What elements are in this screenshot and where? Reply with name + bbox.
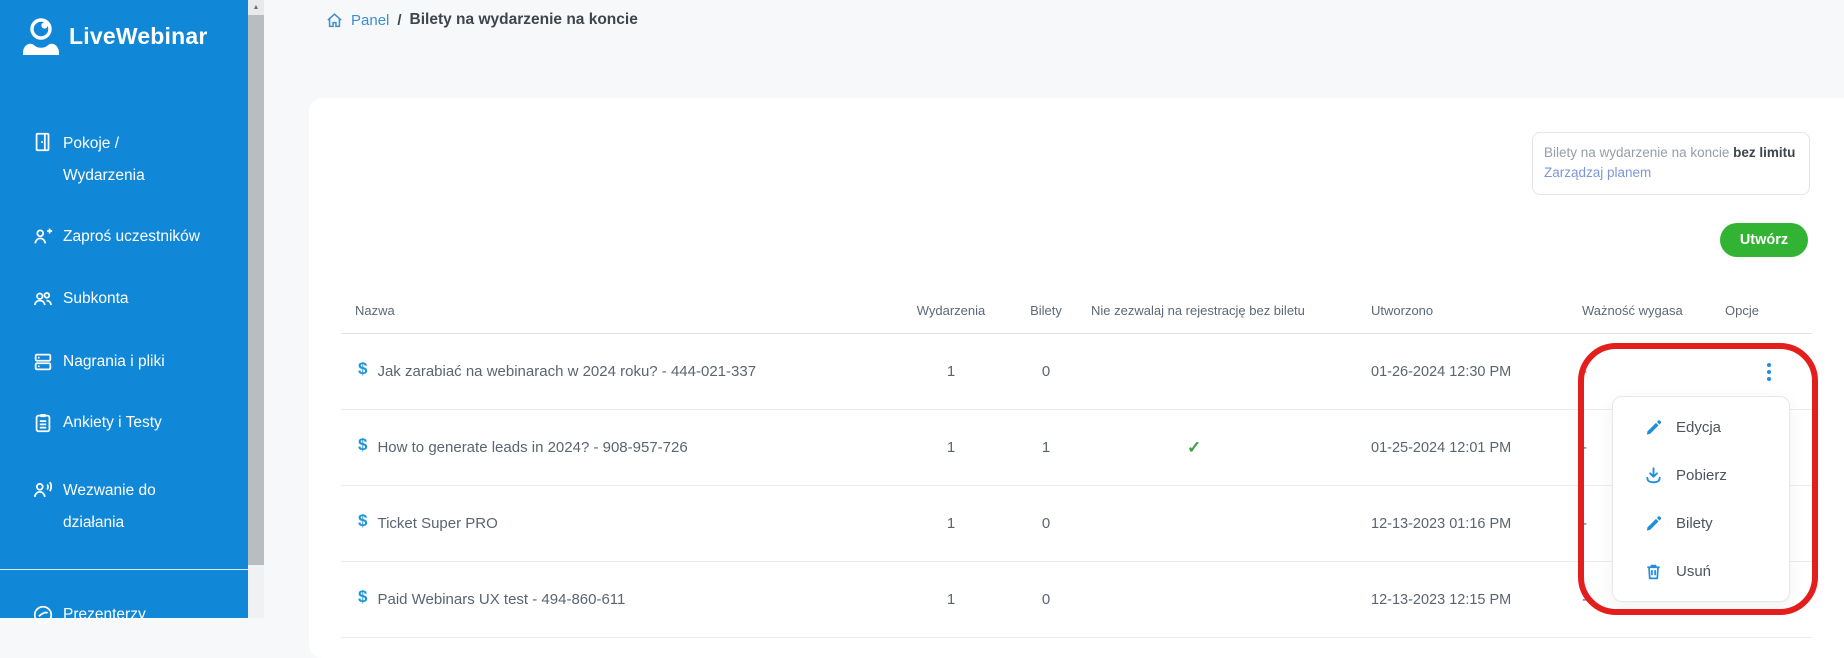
ticket-price-icon: $ — [358, 435, 367, 455]
column-header-tickets: Bilety — [1001, 303, 1091, 318]
manage-plan-link[interactable]: Zarządzaj planem — [1544, 163, 1798, 183]
trash-icon — [1644, 562, 1663, 581]
tickets-count: 1 — [1001, 439, 1091, 456]
options-cell — [1724, 363, 1812, 381]
tickets-count: 0 — [1001, 591, 1091, 608]
surveys-tests-icon — [32, 412, 54, 434]
expires-value: - — [1582, 363, 1724, 380]
ticket-price-icon: $ — [358, 359, 367, 379]
table-row: $ Ticket Super PRO 1 0 12-13-2023 01:16 … — [341, 486, 1812, 562]
tickets-count: 0 — [1001, 363, 1091, 380]
created-date: 12-13-2023 01:16 PM — [1371, 516, 1582, 532]
ticket-price-icon: $ — [358, 587, 367, 607]
sidebar-item-label: Pokoje / Wydarzenia — [63, 128, 145, 192]
recordings-files-icon — [32, 351, 54, 373]
page-title: Bilety na wydarzenie na koncie — [410, 11, 638, 29]
created-date: 01-25-2024 12:01 PM — [1371, 440, 1582, 456]
column-header-name: Nazwa — [341, 303, 901, 318]
created-date: 01-26-2024 12:30 PM — [1371, 364, 1582, 380]
events-count: 1 — [901, 515, 1001, 532]
menu-item-edit[interactable]: Edycja — [1613, 403, 1789, 451]
ticket-name-cell: $ Jak zarabiać na webinarach w 2024 roku… — [341, 362, 901, 382]
created-date: 12-13-2023 12:15 PM — [1371, 592, 1582, 608]
breadcrumb-separator: / — [397, 12, 401, 29]
events-count: 1 — [901, 591, 1001, 608]
menu-item-label: Usuń — [1676, 563, 1711, 580]
events-count: 1 — [901, 439, 1001, 456]
column-header-events: Wydarzenia — [901, 303, 1001, 318]
table-row: $ Jak zarabiać na webinarach w 2024 roku… — [341, 334, 1812, 410]
plan-limit-box: Bilety na wydarzenie na koncie bez limit… — [1532, 132, 1810, 195]
menu-item-label: Edycja — [1676, 419, 1721, 436]
sidebar-item-label: Wezwanie do działania — [63, 475, 156, 539]
no-registration-check: ✓ — [1091, 438, 1371, 458]
livewebinar-logo[interactable]: LiveWebinar — [22, 16, 208, 56]
plan-limit-value: bez limitu — [1733, 145, 1795, 160]
menu-item-label: Pobierz — [1676, 467, 1727, 484]
ticket-name-cell: $ How to generate leads in 2024? - 908-9… — [341, 438, 901, 458]
row-options-menu: Edycja Pobierz Bilety Usuń — [1612, 396, 1790, 602]
sidebar-item-label: Prezenterzy — [63, 604, 146, 626]
logo-text: LiveWebinar — [69, 23, 208, 50]
ticket-name: Ticket Super PRO — [377, 515, 497, 532]
plan-limit-text: Bilety na wydarzenie na koncie bez limit… — [1544, 143, 1798, 163]
pencil-icon — [1644, 514, 1663, 533]
sidebar-item-label: Nagrania i pliki — [63, 351, 165, 373]
column-header-no-registration: Nie zezwalaj na rejestrację bez biletu — [1091, 303, 1371, 318]
invite-participants-icon — [32, 226, 54, 248]
presenters-icon — [32, 604, 54, 626]
subaccounts-icon — [32, 288, 54, 310]
call-to-action-icon — [32, 479, 54, 501]
sidebar-scrollbar[interactable]: ▲ — [248, 0, 264, 618]
livewebinar-tickets-page: { "sidebar": { "logo_text": "LiveWebinar… — [0, 0, 1844, 618]
scrollbar-up-arrow-icon[interactable]: ▲ — [248, 0, 264, 15]
table-row: $ How to generate leads in 2024? - 908-9… — [341, 410, 1812, 486]
tickets-table: Nazwa Wydarzenia Bilety Nie zezwalaj na … — [341, 303, 1812, 638]
breadcrumb: Panel / Bilety na wydarzenie na koncie — [326, 11, 638, 29]
column-header-expires: Ważność wygasa — [1582, 303, 1724, 318]
tickets-card: Bilety na wydarzenie na koncie bez limit… — [309, 98, 1844, 658]
menu-item-download[interactable]: Pobierz — [1613, 451, 1789, 499]
events-count: 1 — [901, 363, 1001, 380]
ticket-name-cell: $ Paid Webinars UX test - 494-860-611 — [341, 590, 901, 610]
webcam-logo-icon — [22, 16, 60, 56]
download-icon — [1644, 466, 1663, 485]
menu-item-delete[interactable]: Usuń — [1613, 547, 1789, 595]
sidebar-divider — [0, 569, 248, 570]
door-icon — [32, 131, 54, 153]
menu-item-label: Bilety — [1676, 515, 1713, 532]
ticket-name: Jak zarabiać na webinarach w 2024 roku? … — [377, 363, 756, 380]
row-options-kebab-icon[interactable] — [1759, 363, 1779, 381]
column-header-options: Opcje — [1724, 303, 1812, 318]
ticket-price-icon: $ — [358, 511, 367, 531]
ticket-name: Paid Webinars UX test - 494-860-611 — [377, 591, 625, 608]
table-row: $ Paid Webinars UX test - 494-860-611 1 … — [341, 562, 1812, 638]
sidebar: LiveWebinar Pokoje / Wydarzenia Zaproś u… — [0, 0, 248, 618]
create-button[interactable]: Utwórz — [1720, 223, 1808, 257]
sidebar-item-label: Subkonta — [63, 288, 129, 310]
breadcrumb-panel-link[interactable]: Panel — [351, 12, 389, 29]
pencil-icon — [1644, 418, 1663, 437]
column-header-created: Utworzono — [1371, 303, 1582, 318]
scrollbar-thumb[interactable] — [248, 15, 264, 565]
ticket-name: How to generate leads in 2024? - 908-957… — [377, 439, 687, 456]
sidebar-item-label: Ankiety i Testy — [63, 412, 162, 434]
home-icon[interactable] — [326, 12, 343, 29]
sidebar-item-label: Zaproś uczestników — [63, 226, 200, 248]
table-header: Nazwa Wydarzenia Bilety Nie zezwalaj na … — [341, 303, 1812, 334]
ticket-name-cell: $ Ticket Super PRO — [341, 514, 901, 534]
tickets-count: 0 — [1001, 515, 1091, 532]
menu-item-tickets[interactable]: Bilety — [1613, 499, 1789, 547]
